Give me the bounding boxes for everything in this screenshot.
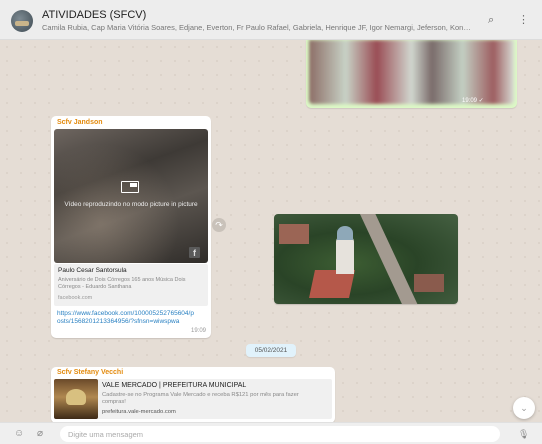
scroll-down-button[interactable]: ⌄ <box>513 397 535 419</box>
group-participants[interactable]: Camila Rubia, Cap Maria Vitória Soares, … <box>42 23 472 32</box>
message-timestamp: 19:09 <box>191 328 207 334</box>
picture-in-picture-icon <box>121 181 139 193</box>
attach-icon[interactable]: ⌀ <box>37 428 43 440</box>
chat-header: ATIVIDADES (SFCV) Camila Rubia, Cap Mari… <box>0 0 542 40</box>
message-timestamp: 19:09 ✓ <box>462 98 484 104</box>
vale-mercado-message[interactable]: Scfv Stefany Vecchi VALE MERCADO | PREFE… <box>51 367 335 422</box>
message-list[interactable]: 19:09 ✓ Scfv Jandson Vídeo reproduzindo … <box>0 40 542 422</box>
emoji-icon[interactable]: ☺ <box>14 428 24 440</box>
link-preview-domain: prefeitura.vale-mercado.com <box>102 409 176 415</box>
link-preview-title: Paulo Cesar Santorsula <box>58 267 127 274</box>
video-message[interactable]: Scfv Jandson Vídeo reproduzindo no modo … <box>51 116 211 338</box>
link-preview-domain: facebook.com <box>58 295 93 301</box>
link-preview-title: VALE MERCADO | PREFEITURA MUNICIPAL <box>102 382 247 389</box>
outgoing-image-message[interactable]: 19:09 ✓ <box>306 40 517 108</box>
link-preview[interactable]: Paulo Cesar Santorsula Aniversário de Do… <box>54 264 208 306</box>
forward-icon[interactable]: ↷ <box>212 218 226 232</box>
video-status-text: Vídeo reproduzindo no modo picture in pi… <box>64 201 198 208</box>
photo-church-dome <box>337 226 353 240</box>
blurred-image[interactable] <box>309 40 514 104</box>
photo-church-roof <box>309 270 355 298</box>
message-input[interactable] <box>60 426 500 442</box>
sender-name[interactable]: Scfv Jandson <box>57 119 103 126</box>
search-icon[interactable]: ⌕ <box>488 14 494 26</box>
group-title[interactable]: ATIVIDADES (SFCV) <box>42 9 146 21</box>
link-preview-description: Cadastre-se no Programa Vale Mercado e r… <box>102 392 299 405</box>
chevron-down-icon: ⌄ <box>520 403 528 413</box>
facebook-icon: f <box>189 247 200 258</box>
group-avatar[interactable] <box>11 10 33 32</box>
link-preview-description: Aniversário de Dois Córregos 165 anos Mú… <box>58 277 186 290</box>
photo-building <box>414 274 444 292</box>
photo-building <box>279 224 309 244</box>
message-composer: ☺ ⌀ 🎙 <box>0 422 542 444</box>
aerial-photo-message[interactable] <box>274 214 458 304</box>
sender-name[interactable]: Scfv Stefany Vecchi <box>57 369 123 376</box>
video-player[interactable]: Vídeo reproduzindo no modo picture in pi… <box>54 129 208 263</box>
menu-icon[interactable]: ⋮ <box>518 14 529 26</box>
microphone-icon[interactable]: 🎙 <box>518 428 529 440</box>
photo-church-tower <box>336 236 354 274</box>
message-link[interactable]: https://www.facebook.com/100005252765604… <box>57 310 197 326</box>
link-preview-card[interactable]: VALE MERCADO | PREFEITURA MUNICIPAL Cada… <box>98 379 332 419</box>
link-thumbnail[interactable] <box>54 379 98 419</box>
date-separator: 05/02/2021 <box>246 344 296 357</box>
